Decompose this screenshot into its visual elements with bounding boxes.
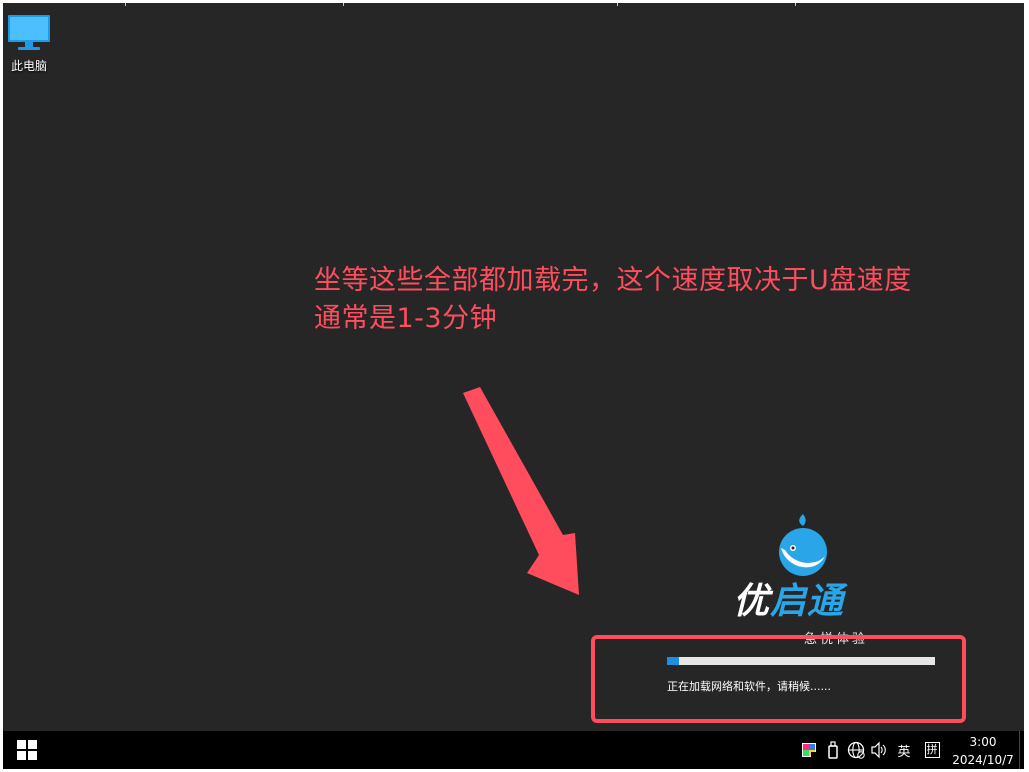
loading-progress-bar <box>667 657 935 665</box>
brand-logo-text: 优启通 <box>733 580 844 624</box>
annotation-line-1: 坐等这些全部都加载完，这个速度取决于U盘速度 <box>314 265 912 296</box>
start-button[interactable] <box>3 731 51 769</box>
tray-ime-mode[interactable]: 拼 <box>921 731 943 769</box>
tray-color-button[interactable] <box>799 731 819 769</box>
brand-logo-part-1: 优 <box>733 581 771 622</box>
top-divider <box>343 3 344 6</box>
monitor-computer-icon <box>8 15 50 50</box>
ime-mode-label: 拼 <box>924 742 940 758</box>
desktop-icon-label: 此电脑 <box>10 59 47 73</box>
desktop: 此电脑 坐等这些全部都加载完，这个速度取决于U盘速度 通常是1-3分钟 优启通 … <box>3 3 1024 731</box>
top-divider <box>617 3 618 6</box>
tray-network-button[interactable] <box>846 731 866 769</box>
taskbar-clock[interactable]: 3:00 2024/10/7 <box>947 731 1019 769</box>
clock-time: 3:00 <box>969 735 997 749</box>
loading-status-text: 正在加载网络和软件，请稍候...... <box>667 680 831 693</box>
brand-logo-part-2: 启通 <box>770 581 845 622</box>
tray-ime-language[interactable]: 英 <box>893 731 915 769</box>
tray-volume-button[interactable] <box>869 731 889 769</box>
show-desktop-button[interactable] <box>1019 731 1024 769</box>
globe-network-icon <box>847 741 865 759</box>
annotation-line-2: 通常是1-3分钟 <box>314 303 498 334</box>
brand-logo-icon <box>779 514 827 576</box>
top-divider <box>795 3 796 6</box>
usb-drive-icon <box>828 741 838 759</box>
speaker-volume-icon <box>871 741 886 759</box>
color-palette-icon <box>802 743 817 758</box>
taskbar: 英 拼 3:00 2024/10/7 <box>3 731 1024 769</box>
desktop-icon-this-pc[interactable]: 此电脑 <box>3 13 55 74</box>
windows-logo-icon <box>17 740 37 760</box>
annotation-text: 坐等这些全部都加载完，这个速度取决于U盘速度 通常是1-3分钟 <box>314 262 1014 338</box>
annotation-arrow <box>463 387 579 595</box>
loading-progress-fill <box>667 657 680 665</box>
clock-date: 2024/10/7 <box>952 753 1014 767</box>
top-divider <box>125 3 126 6</box>
tray-usb-button[interactable] <box>823 731 843 769</box>
